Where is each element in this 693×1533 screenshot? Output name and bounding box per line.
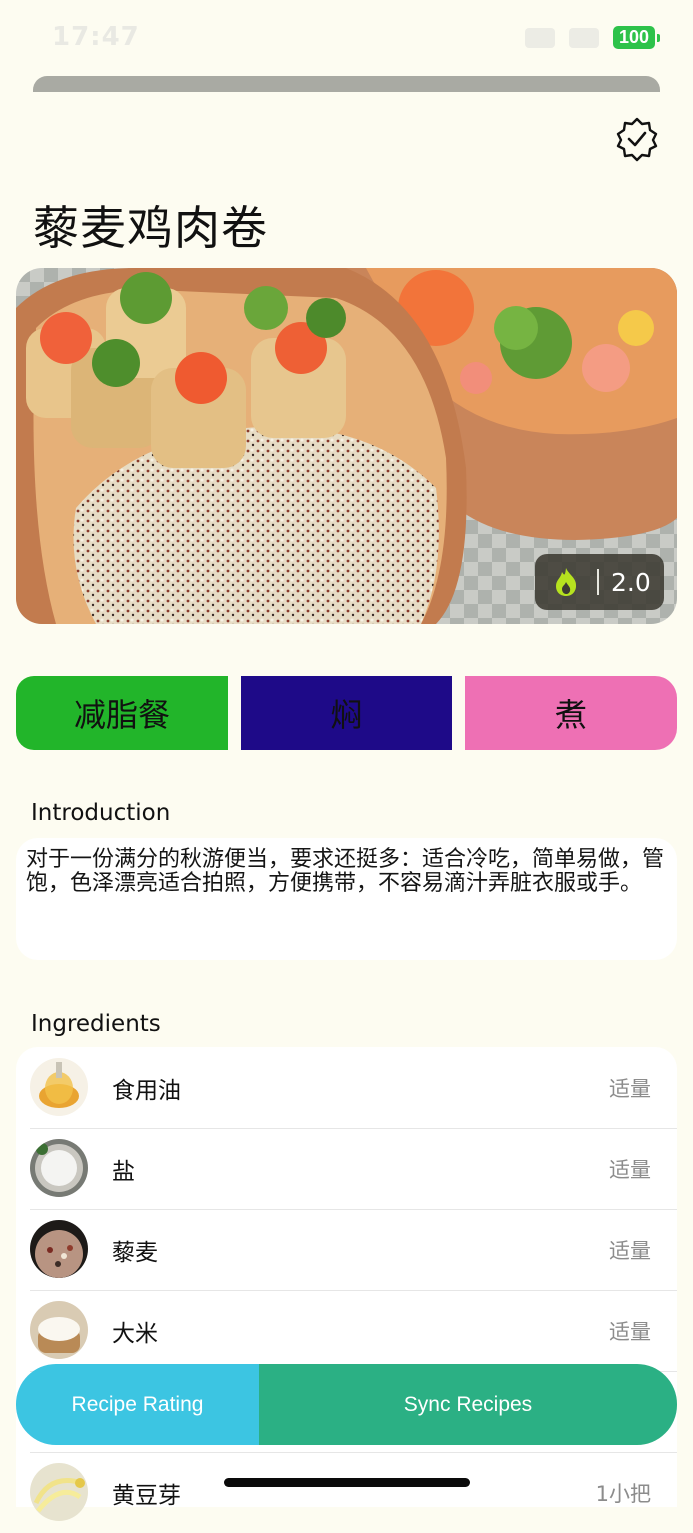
home-indicator — [224, 1478, 470, 1487]
signal-icon — [524, 27, 555, 48]
ingredient-thumbnail — [30, 1139, 88, 1197]
introduction-text: 对于一份满分的秋游便当，要求还挺多：适合冷吃，简单易做，管饱，色泽漂亮适合拍照，… — [26, 847, 665, 896]
ingredients-heading: Ingredients — [31, 1011, 161, 1037]
battery-indicator: 100 — [612, 26, 661, 49]
difficulty-score-badge: 2.0 — [535, 554, 664, 610]
status-icons: 100 — [524, 26, 661, 49]
ingredient-amount: 1小把 — [595, 1482, 651, 1506]
ingredient-amount: 适量 — [609, 1320, 651, 1344]
sync-recipes-button[interactable]: Sync Recipes — [259, 1364, 677, 1445]
badge-divider — [597, 569, 599, 595]
recipe-title: 藜麦鸡肉卷 — [33, 201, 268, 255]
tag-row: 减脂餐 焖 煮 — [16, 676, 677, 750]
introduction-heading: Introduction — [31, 800, 171, 826]
flame-icon — [553, 567, 579, 597]
status-time: 17:47 — [52, 22, 140, 52]
ingredient-row-rice[interactable]: 大米 适量 — [30, 1290, 677, 1372]
bottom-action-bar: Recipe Rating Sync Recipes — [16, 1364, 677, 1445]
recipe-rating-button[interactable]: Recipe Rating — [16, 1364, 259, 1445]
ingredient-thumbnail — [30, 1463, 88, 1521]
ingredient-amount: 适量 — [609, 1239, 651, 1263]
ingredient-amount: 适量 — [609, 1077, 651, 1101]
ingredient-thumbnail — [30, 1301, 88, 1359]
ingredient-amount: 适量 — [609, 1158, 651, 1182]
sheet-handle[interactable] — [33, 76, 660, 92]
ingredient-row-salt[interactable]: 盐 适量 — [30, 1128, 677, 1210]
ingredient-row-quinoa[interactable]: 藜麦 适量 — [30, 1209, 677, 1291]
ingredient-row-oil[interactable]: 食用油 适量 — [30, 1047, 677, 1129]
recipe-hero-image: 2.0 — [16, 268, 677, 624]
ingredient-thumbnail — [30, 1058, 88, 1116]
ingredient-name: 食用油 — [112, 1078, 181, 1104]
ingredient-row-soybean-sprouts[interactable]: 黄豆芽 1小把 — [30, 1452, 677, 1533]
ingredient-thumbnail — [30, 1220, 88, 1278]
ingredient-name: 大米 — [112, 1321, 158, 1347]
ingredient-name: 黄豆芽 — [112, 1483, 181, 1509]
difficulty-score: 2.0 — [611, 567, 651, 597]
ingredient-name: 盐 — [112, 1159, 135, 1185]
verified-badge-icon[interactable] — [614, 116, 660, 162]
tag-fat-loss-meal[interactable]: 减脂餐 — [16, 676, 228, 750]
introduction-card: 对于一份满分的秋游便当，要求还挺多：适合冷吃，简单易做，管饱，色泽漂亮适合拍照，… — [16, 838, 677, 960]
tag-boil[interactable]: 煮 — [465, 676, 677, 750]
status-bar: 17:47 100 — [0, 0, 693, 78]
tag-braise[interactable]: 焖 — [241, 676, 452, 750]
wifi-icon — [568, 27, 599, 48]
ingredient-name: 藜麦 — [112, 1240, 158, 1266]
